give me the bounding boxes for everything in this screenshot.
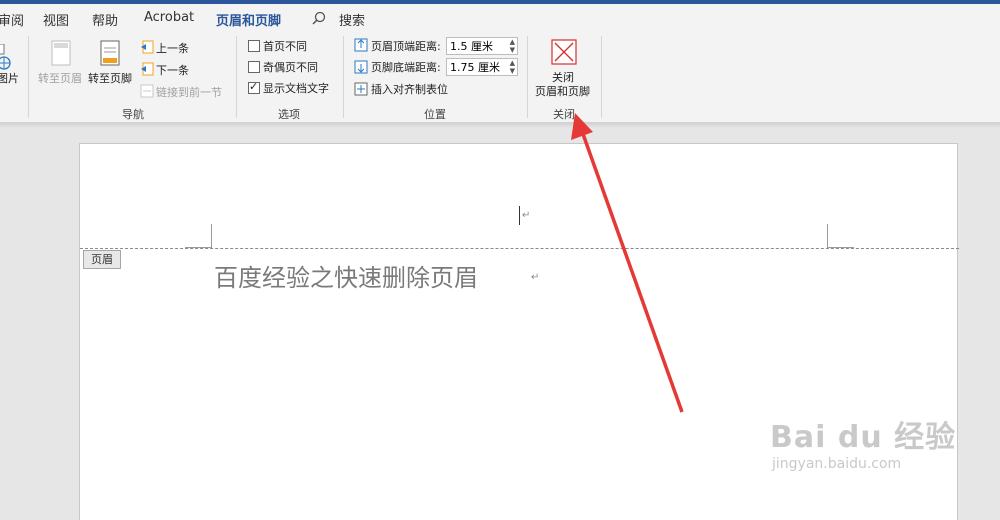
group-separator (601, 36, 602, 118)
ribbon-shadow (0, 122, 1000, 128)
next-icon (140, 61, 154, 80)
previous-icon (140, 39, 154, 58)
crop-mark (827, 224, 828, 248)
goto-header-button[interactable]: 转至页眉 (38, 70, 82, 86)
watermark-brand: Bai du 经验 (770, 420, 957, 455)
header-top-distance-input[interactable]: 1.5 厘米 ▲ ▼ (446, 37, 518, 55)
crop-mark (211, 224, 212, 248)
ribbon-tabs: 审阅 视图 帮助 Acrobat 页眉和页脚 搜索 (0, 4, 1000, 35)
tab-review[interactable]: 审阅 (0, 10, 24, 29)
group-separator (343, 36, 344, 118)
footer-bottom-distance-icon (354, 59, 368, 78)
footer-bottom-distance-label: 页脚底端距离: (371, 61, 441, 74)
tab-help[interactable]: 帮助 (92, 10, 118, 29)
show-document-text-checkbox[interactable] (248, 80, 260, 94)
nav-group-label: 导航 (122, 108, 144, 121)
document-body-text[interactable]: 百度经验之快速删除页眉 (214, 258, 478, 293)
header-tag: 页眉 (83, 250, 121, 269)
search-icon[interactable] (312, 10, 326, 29)
tab-acrobat[interactable]: Acrobat (144, 10, 194, 25)
goto-footer-icon (100, 40, 120, 70)
picture-button[interactable]: 图片 (0, 70, 19, 86)
watermark-url: jingyan.baidu.com (772, 456, 902, 472)
link-previous-icon (140, 83, 154, 102)
body-paragraph-mark: ↵ (531, 272, 540, 283)
next-button[interactable]: 下一条 (156, 62, 189, 78)
insert-align-tab-icon (354, 81, 368, 100)
link-previous-button[interactable]: 链接到前一节 (156, 84, 222, 100)
footer-bottom-distance-input[interactable]: 1.75 厘米 ▲ ▼ (446, 58, 518, 76)
close-group-label: 关闭 (553, 108, 575, 121)
group-separator (28, 36, 29, 118)
spin-arrows-icon[interactable]: ▲ ▼ (510, 59, 515, 75)
insert-align-tab-button[interactable]: 插入对齐制表位 (371, 81, 448, 97)
different-odd-even-checkbox[interactable] (248, 61, 260, 73)
different-first-page-checkbox[interactable] (248, 40, 260, 52)
goto-header-icon (51, 40, 71, 70)
spin-arrows-icon[interactable]: ▲ ▼ (510, 38, 515, 54)
header-top-distance-icon (354, 37, 368, 56)
header-paragraph-mark: ↵ (522, 210, 531, 221)
show-document-text-label: 显示文档文字 (263, 82, 329, 95)
position-group-label: 位置 (424, 108, 446, 121)
header-top-distance-value: 1.5 厘米 (450, 40, 493, 53)
footer-bottom-distance-value: 1.75 厘米 (450, 61, 500, 74)
header-boundary-line (80, 248, 959, 249)
options-group-label: 选项 (278, 108, 300, 121)
close-button-line2[interactable]: 页眉和页脚 (535, 83, 590, 99)
ribbon: 图片 转至页眉 转至页脚 上一条 下一条 链接到前一节 导航 首页不同 奇偶页不… (0, 32, 1000, 123)
header-top-distance-label: 页眉顶端距离: (371, 40, 441, 53)
tab-view[interactable]: 视图 (43, 10, 69, 29)
different-first-page-label: 首页不同 (263, 40, 307, 53)
previous-button[interactable]: 上一条 (156, 40, 189, 56)
tab-search[interactable]: 搜索 (339, 10, 365, 29)
group-separator (236, 36, 237, 118)
goto-footer-button[interactable]: 转至页脚 (88, 70, 132, 86)
group-separator (527, 36, 528, 118)
different-odd-even-label: 奇偶页不同 (263, 61, 318, 74)
baidu-watermark: Bai du 经验 jingyan.baidu.com (770, 412, 956, 472)
tab-header-footer[interactable]: 页眉和页脚 (216, 10, 281, 29)
close-header-footer-icon[interactable] (551, 39, 577, 69)
text-cursor (519, 206, 520, 225)
